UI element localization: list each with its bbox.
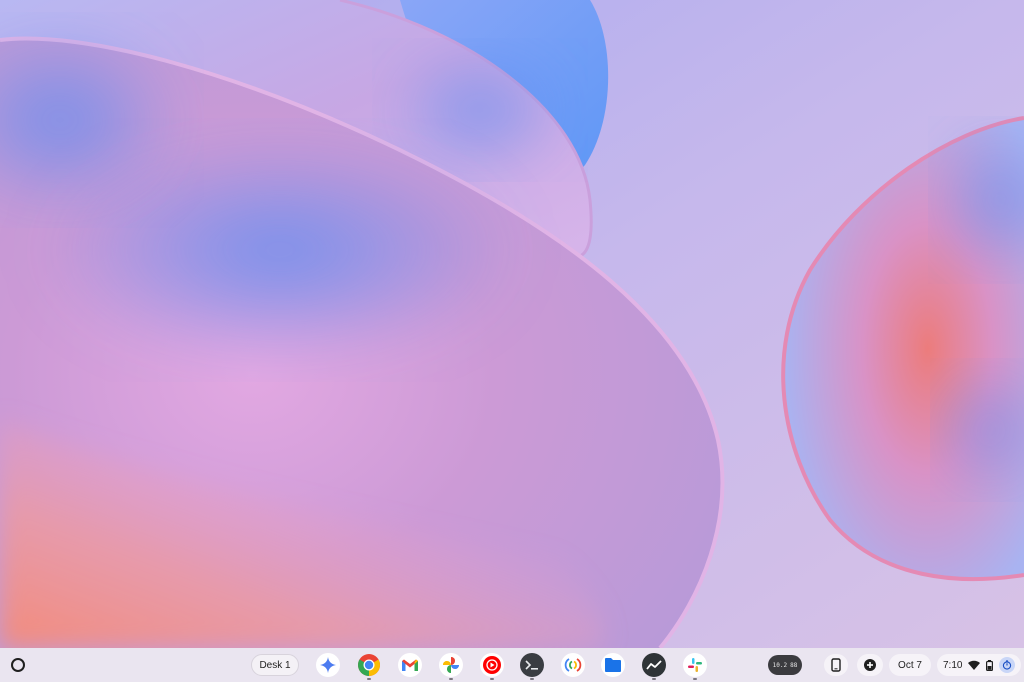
photos-app[interactable] bbox=[439, 653, 463, 677]
chrome-icon bbox=[358, 654, 380, 676]
screen-capture-indicator[interactable]: 10.2 88 bbox=[768, 655, 802, 675]
timer-icon bbox=[1003, 660, 1012, 670]
nearby-share-icon bbox=[564, 658, 582, 672]
date-label: Oct 7 bbox=[898, 659, 922, 671]
phone-icon bbox=[831, 658, 841, 672]
calendar-date-button[interactable]: Oct 7 bbox=[889, 654, 931, 676]
stocks-running-indicator bbox=[652, 678, 656, 680]
gemini-app[interactable] bbox=[316, 653, 340, 677]
capture-left-value: 10.2 bbox=[772, 661, 788, 669]
battery-icon bbox=[986, 659, 994, 671]
phone-hub-button[interactable] bbox=[824, 654, 848, 676]
capture-right-value: 88 bbox=[790, 661, 798, 669]
gmail-app[interactable] bbox=[398, 653, 422, 677]
gmail-icon bbox=[402, 659, 418, 671]
photos-running-indicator bbox=[449, 678, 453, 680]
slack-app[interactable] bbox=[683, 653, 707, 677]
gemini-sparkle-icon bbox=[320, 657, 336, 673]
nearby-share-app[interactable] bbox=[561, 653, 585, 677]
time-label: 7:10 bbox=[943, 659, 963, 671]
slack-icon bbox=[688, 658, 702, 672]
terminal-icon bbox=[525, 660, 538, 670]
desk-button[interactable]: Desk 1 bbox=[251, 654, 299, 676]
plus-circle-icon bbox=[864, 659, 876, 671]
desktop-wallpaper bbox=[0, 0, 1024, 648]
do-not-disturb-indicator bbox=[999, 657, 1016, 673]
add-button[interactable] bbox=[857, 654, 883, 676]
files-folder-icon bbox=[605, 658, 621, 672]
stocks-app[interactable] bbox=[642, 653, 666, 677]
chrome-running-indicator bbox=[367, 678, 371, 680]
chrome-app[interactable] bbox=[357, 653, 381, 677]
launcher-circle-icon bbox=[11, 658, 25, 672]
launcher-button[interactable] bbox=[8, 655, 28, 675]
youtube-music-icon bbox=[483, 656, 501, 674]
wifi-icon bbox=[968, 660, 981, 670]
terminal-running-indicator bbox=[530, 678, 534, 680]
slack-running-indicator bbox=[693, 678, 697, 680]
stocks-chart-icon bbox=[646, 660, 662, 670]
files-app[interactable] bbox=[601, 653, 625, 677]
status-area-button[interactable]: 7:10 bbox=[937, 654, 1021, 676]
youtube-music-app[interactable] bbox=[480, 653, 504, 677]
youtube-music-running-indicator bbox=[490, 678, 494, 680]
google-photos-icon bbox=[443, 657, 459, 673]
terminal-app[interactable] bbox=[520, 653, 544, 677]
